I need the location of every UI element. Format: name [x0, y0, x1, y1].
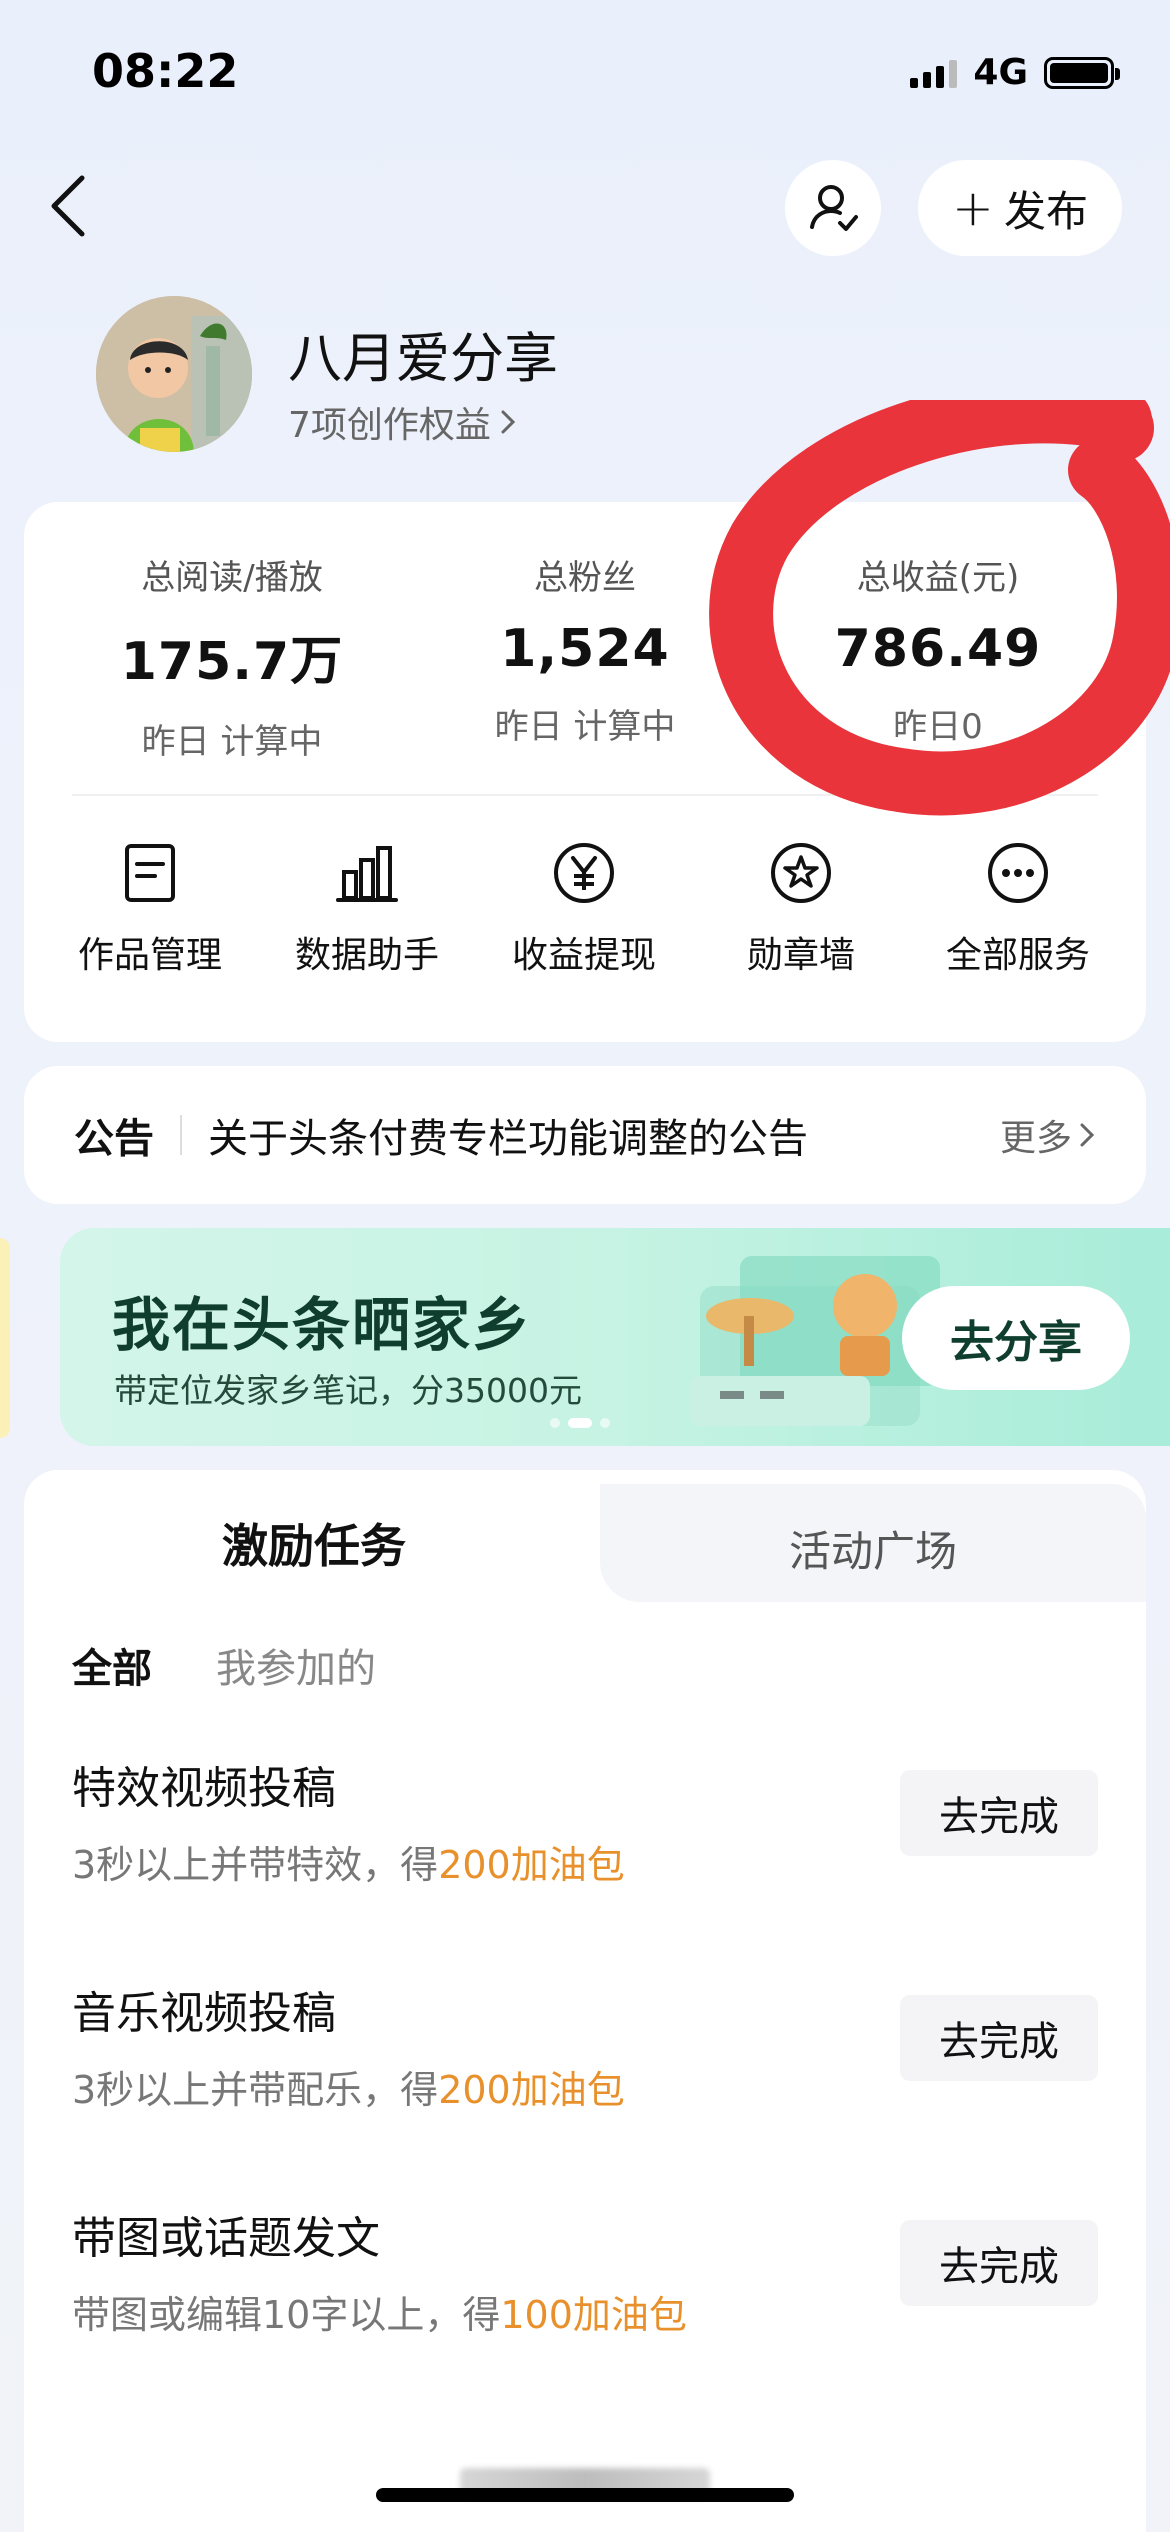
service-label: 全部服务: [945, 935, 1090, 976]
complete-task-button[interactable]: 去完成: [900, 1995, 1098, 2081]
banner-title: 我在头条晒家乡: [112, 1291, 533, 1359]
share-button[interactable]: 去分享: [902, 1286, 1130, 1390]
stat-reads[interactable]: 总阅读/播放 175.7万 昨日 计算中: [72, 550, 392, 763]
task-reward: 200加油包: [438, 1843, 625, 1887]
status-icons: 4G: [910, 52, 1120, 93]
stat-sub: 昨日 计算中: [141, 722, 323, 762]
signal-icon: [910, 58, 958, 88]
complete-task-button[interactable]: 去完成: [900, 1770, 1098, 1856]
yuan-coin-icon: [554, 843, 614, 903]
user-switch-button[interactable]: [785, 160, 881, 256]
notice-divider: [180, 1115, 182, 1155]
complete-task-button[interactable]: 去完成: [900, 2220, 1098, 2306]
chevron-right-icon: [1080, 1123, 1095, 1147]
task-reward: 200加油包: [438, 2068, 625, 2112]
filter-all[interactable]: 全部: [72, 1636, 152, 1694]
banner-subtitle: 带定位发家乡笔记，分35000元: [114, 1371, 582, 1410]
home-indicator[interactable]: [376, 2488, 794, 2502]
back-arrow-icon: [51, 175, 85, 237]
task-item: 音乐视频投稿 3秒以上并带配乐，得200加油包 去完成: [72, 1977, 1098, 2127]
task-reward: 100加油包: [500, 2293, 687, 2337]
tab-incentive-tasks[interactable]: 激励任务: [24, 1510, 604, 1576]
tab-activity-plaza[interactable]: 活动广场: [600, 1518, 1146, 1579]
notice-more-link[interactable]: 更多: [1000, 1109, 1096, 1161]
stat-label: 总粉丝: [534, 558, 636, 598]
stat-sub: 昨日 计算中: [494, 707, 676, 747]
notice-bar[interactable]: 公告 关于头条付费专栏功能调整的公告 更多: [24, 1066, 1146, 1204]
status-time: 08:22: [92, 44, 239, 98]
notice-more-label: 更多: [999, 1118, 1072, 1159]
publish-label: 发布: [1003, 186, 1088, 236]
service-label: 作品管理: [77, 935, 222, 976]
stat-fans[interactable]: 总粉丝 1,524 昨日 计算中: [425, 550, 745, 748]
plus-icon: +: [952, 179, 994, 237]
service-withdraw[interactable]: 收益提现: [484, 838, 684, 978]
battery-icon: [1044, 56, 1120, 89]
back-button[interactable]: [42, 168, 102, 244]
carousel-dots: [550, 1418, 610, 1428]
network-type: 4G: [973, 52, 1028, 93]
stat-value: 1,524: [500, 619, 670, 679]
highlight-circle-annotation: [709, 400, 1170, 816]
avatar-image: [96, 296, 252, 452]
service-label: 数据助手: [294, 935, 439, 976]
stat-value: 175.7万: [120, 632, 344, 692]
task-item: 特效视频投稿 3秒以上并带特效，得200加油包 去完成: [72, 1752, 1098, 1902]
profile-name: 八月爱分享: [288, 327, 558, 390]
filter-joined[interactable]: 我参加的: [216, 1636, 376, 1694]
document-icon: [125, 844, 175, 902]
notice-title: 公告: [74, 1116, 154, 1162]
avatar[interactable]: [96, 296, 252, 452]
task-item: 带图或话题发文 带图或编辑10字以上，得100加油包 去完成: [72, 2202, 1098, 2352]
chevron-right-icon: [501, 410, 516, 434]
promo-banner[interactable]: 我在头条晒家乡 带定位发家乡笔记，分35000元 去分享: [60, 1228, 1170, 1446]
adjacent-banner-edge: [0, 1238, 10, 1438]
user-check-icon: [810, 185, 858, 231]
stat-label: 总阅读/播放: [141, 558, 323, 598]
publish-button[interactable]: + 发布: [918, 160, 1122, 256]
service-label: 收益提现: [511, 935, 656, 976]
benefits-link[interactable]: 7项创作权益: [288, 396, 517, 448]
benefits-label: 7项创作权益: [288, 405, 491, 446]
bar-chart-icon: [336, 846, 398, 902]
service-data[interactable]: 数据助手: [267, 838, 467, 978]
service-label: 勋章墙: [746, 935, 855, 976]
service-works[interactable]: 作品管理: [50, 838, 250, 978]
notice-text[interactable]: 关于头条付费专栏功能调整的公告: [208, 1106, 1000, 1164]
